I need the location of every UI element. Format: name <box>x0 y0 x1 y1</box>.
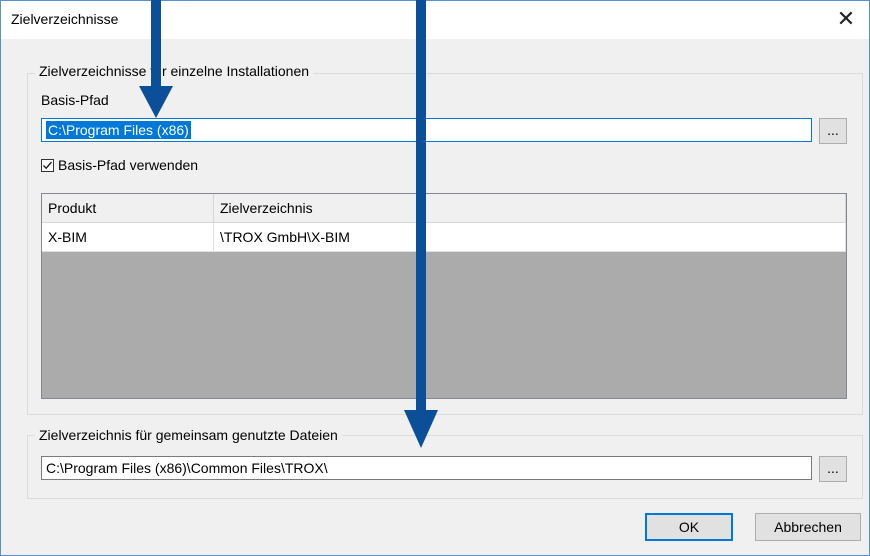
use-base-path-label[interactable]: Basis-Pfad verwenden <box>58 157 198 173</box>
shared-files-legend: Zielverzeichnis für gemeinsam genutzte D… <box>35 427 342 443</box>
cell-zielverzeichnis: \TROX GmbH\X-BIM <box>214 223 846 251</box>
column-header-produkt[interactable]: Produkt <box>42 194 214 222</box>
window-title: Zielverzeichnisse <box>11 11 119 27</box>
table-header: Produkt Zielverzeichnis <box>42 194 846 223</box>
shared-path-input[interactable]: C:\Program Files (x86)\Common Files\TROX… <box>41 456 812 480</box>
cell-produkt: X-BIM <box>42 223 214 251</box>
dialog-window: Zielverzeichnisse ✕ Zielverzeichnisse fü… <box>0 0 870 556</box>
table-row[interactable]: X-BIM \TROX GmbH\X-BIM <box>42 223 846 252</box>
ok-button[interactable]: OK <box>645 513 733 541</box>
base-path-label: Basis-Pfad <box>41 92 109 108</box>
close-icon[interactable]: ✕ <box>823 1 869 39</box>
individual-installations-legend: Zielverzeichnisse für einzelne Installat… <box>35 63 314 79</box>
base-path-browse-button[interactable]: ... <box>819 118 847 144</box>
checkmark-icon <box>43 161 53 170</box>
title-bar: Zielverzeichnisse ✕ <box>1 1 869 39</box>
shared-path-value: C:\Program Files (x86)\Common Files\TROX… <box>46 460 328 476</box>
products-table: Produkt Zielverzeichnis X-BIM \TROX GmbH… <box>41 193 847 399</box>
column-header-zielverzeichnis[interactable]: Zielverzeichnis <box>214 194 846 222</box>
base-path-value: C:\Program Files (x86) <box>46 121 191 139</box>
shared-path-browse-button[interactable]: ... <box>819 456 847 482</box>
cancel-button[interactable]: Abbrechen <box>755 513 861 541</box>
use-base-path-checkbox[interactable] <box>41 159 54 172</box>
base-path-input[interactable]: C:\Program Files (x86) <box>41 118 812 142</box>
